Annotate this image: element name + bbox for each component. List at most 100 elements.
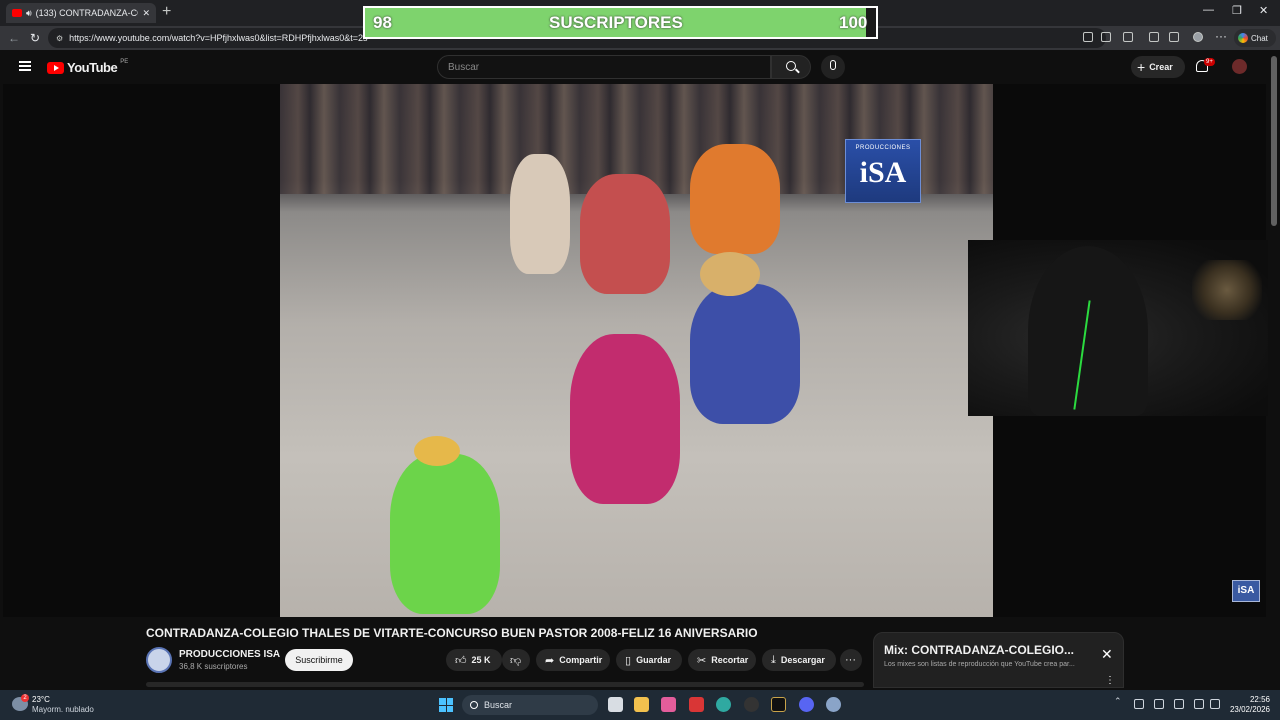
browser-tab[interactable]: 🔊︎ (133) CONTRADANZA-COLEGIO ✕: [6, 3, 156, 23]
mix-title[interactable]: Mix: CONTRADANZA-COLEGIO...: [884, 643, 1074, 657]
settings-gear-icon[interactable]: [826, 697, 841, 712]
video-player[interactable]: PRODUCCIONES iSA iSA: [3, 84, 1280, 617]
maximize-button[interactable]: ❐: [1232, 4, 1242, 17]
webcam-overlay: [968, 240, 1280, 416]
more-horizontal-icon: ···: [845, 654, 856, 666]
thumbs-up-icon: 👍︎: [455, 654, 467, 667]
more-actions-button[interactable]: ···: [840, 649, 862, 671]
start-menu-icon[interactable]: [439, 698, 453, 712]
channel-name[interactable]: PRODUCCIONES ISA: [179, 649, 280, 660]
like-button[interactable]: 👍︎ 25 K: [446, 649, 502, 671]
save-button[interactable]: ▯ Guardar: [616, 649, 682, 671]
subscribe-button[interactable]: Suscribirme: [285, 649, 353, 671]
search-icon: [786, 61, 796, 71]
onedrive-icon[interactable]: [1134, 699, 1144, 709]
taskbar-search[interactable]: Buscar: [462, 695, 598, 715]
translate-icon[interactable]: [1083, 32, 1093, 42]
search-icon: [470, 701, 478, 709]
app-w-icon[interactable]: [689, 697, 704, 712]
voice-search-button[interactable]: [821, 55, 845, 79]
close-window-button[interactable]: ✕: [1259, 4, 1268, 17]
clip-label: Recortar: [711, 655, 749, 665]
scissors-icon: ✂: [697, 654, 707, 667]
microphone-icon: [830, 60, 836, 70]
microphone-tray-icon[interactable]: [1174, 699, 1184, 709]
subscriber-goal-target: 100: [839, 13, 868, 32]
hamburger-menu-icon[interactable]: [19, 61, 31, 71]
clock-time[interactable]: 22:56: [1226, 695, 1270, 704]
dislike-button[interactable]: 👎︎: [502, 649, 530, 671]
bookmark-icon: ▯: [625, 654, 632, 667]
weather-temperature[interactable]: 23°C: [32, 695, 50, 704]
save-label: Guardar: [636, 655, 672, 665]
channel-subscriber-count: 36,8 K suscriptores: [179, 662, 248, 671]
edge-browser-icon[interactable]: [716, 697, 731, 712]
page-scrollbar[interactable]: [1268, 50, 1280, 690]
close-icon[interactable]: ✕: [1101, 647, 1113, 661]
dancer-figure: [690, 144, 780, 254]
share-button[interactable]: ➦ Compartir: [536, 649, 610, 671]
file-explorer-icon[interactable]: [634, 697, 649, 712]
isa-logo-big-text: iSA: [859, 156, 907, 189]
copilot-icon: [1238, 33, 1248, 43]
isa-logo-top-text: PRODUCCIONES: [855, 145, 911, 151]
webcam-person: [1028, 246, 1148, 416]
url-text: https://www.youtube.com/watch?v=HPfjhxlw…: [69, 33, 368, 43]
share-icon: ➦: [545, 654, 555, 667]
extensions-icon[interactable]: [1123, 32, 1133, 42]
weather-condition[interactable]: Mayorm. nublado: [32, 705, 94, 714]
bookmark-star-icon[interactable]: [1101, 32, 1111, 42]
page-scrollbar-thumb[interactable]: [1271, 56, 1277, 226]
browser-menu-icon[interactable]: ···: [1215, 29, 1227, 43]
reload-button[interactable]: ↻: [30, 31, 40, 45]
subscriber-goal-bar: 98 SUSCRIPTORES 100: [363, 6, 878, 39]
download-button[interactable]: ⤓ Descargar: [762, 649, 836, 671]
chat-label: Chat: [1251, 33, 1268, 43]
search-button[interactable]: [771, 55, 811, 79]
network-icon[interactable]: [1154, 699, 1164, 709]
profile-icon[interactable]: [1193, 32, 1203, 42]
producciones-isa-logo: PRODUCCIONES iSA: [845, 139, 921, 203]
tray-overflow-icon[interactable]: ⌃: [1114, 696, 1124, 706]
create-label: Crear: [1149, 62, 1173, 72]
account-avatar[interactable]: [1232, 59, 1247, 74]
video-title: CONTRADANZA-COLEGIO THALES DE VITARTE-CO…: [146, 626, 758, 640]
minimize-button[interactable]: —: [1203, 4, 1214, 16]
speaker-icon[interactable]: 🔊︎: [26, 8, 32, 19]
clock-date[interactable]: 23/02/2026: [1220, 705, 1270, 714]
favorites-icon[interactable]: [1169, 32, 1179, 42]
youtube-logo[interactable]: YouTube PE: [47, 59, 128, 75]
task-view-icon[interactable]: [608, 697, 623, 712]
subscriber-goal-current: 98: [373, 13, 392, 32]
photos-app-icon[interactable]: [661, 697, 676, 712]
weather-alert-badge: 2: [21, 694, 29, 702]
youtube-wordmark: YouTube: [67, 60, 118, 75]
channel-avatar[interactable]: [146, 647, 172, 673]
new-tab-button[interactable]: +: [162, 4, 171, 20]
thumbs-down-icon: 👎︎: [510, 654, 522, 667]
copilot-chat-button[interactable]: Chat: [1234, 29, 1276, 47]
download-label: Descargar: [780, 655, 825, 665]
site-info-icon[interactable]: ⚙: [56, 34, 63, 43]
discord-icon[interactable]: [799, 697, 814, 712]
app-m-icon[interactable]: [771, 697, 786, 712]
download-icon: ⤓: [771, 653, 776, 666]
youtube-play-icon: [47, 61, 64, 74]
notifications-badge: 9+: [1204, 58, 1215, 66]
close-tab-icon[interactable]: ✕: [142, 8, 150, 19]
app-dark-icon[interactable]: [744, 697, 759, 712]
webcam-background-light: [1192, 260, 1262, 320]
display-icon[interactable]: [1194, 699, 1204, 709]
back-button[interactable]: ←: [8, 31, 20, 45]
volume-icon[interactable]: [1210, 699, 1220, 709]
dancer-figure: [390, 454, 500, 614]
channel-watermark[interactable]: iSA: [1232, 580, 1260, 602]
create-button[interactable]: + Crear: [1131, 56, 1185, 78]
more-vertical-icon[interactable]: ⋮: [1105, 675, 1115, 686]
mix-playlist-panel: Mix: CONTRADANZA-COLEGIO... Los mixes so…: [873, 632, 1124, 688]
search-input[interactable]: Buscar: [437, 55, 771, 79]
dancer-figure: [570, 334, 680, 504]
clip-button[interactable]: ✂ Recortar: [688, 649, 756, 671]
windows-taskbar: 2 23°C Mayorm. nublado Buscar ⌃ 22:56 23…: [0, 690, 1280, 720]
browser-sidebar-icon[interactable]: [1149, 32, 1159, 42]
